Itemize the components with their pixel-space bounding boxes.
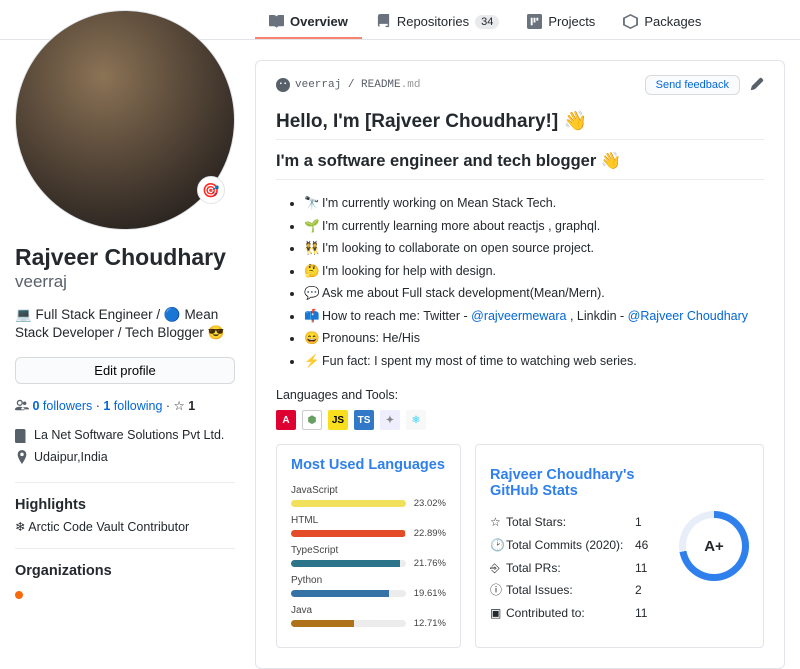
language-name: Python [291,575,446,586]
language-name: Java [291,605,446,616]
status-badge[interactable]: 🎯 [197,176,225,204]
organization-icon [15,429,29,443]
language-name: JavaScript [291,485,446,496]
people-icon [15,398,29,412]
list-item: 😄Pronouns: He/His [304,327,764,350]
profile-name: Rajveer Choudhary [15,244,235,272]
language-bar [291,560,406,567]
book-icon [269,14,284,29]
following-link[interactable]: 1 following [103,399,162,413]
stat-row: ☆Total Stars:1 [490,511,661,534]
location: Udaipur,India [34,447,108,468]
tab-projects[interactable]: Projects [513,6,609,39]
twitter-link[interactable]: @rajveermewara [471,309,566,323]
readme-bullets: 🔭I'm currently working on Mean Stack Tec… [276,192,764,372]
readme-panel: veerraj / README.md Send feedback Hello,… [255,60,785,669]
location-icon [15,450,29,464]
javascript-icon: JS [328,410,348,430]
language-percent: 21.76% [412,558,446,569]
repo-icon: ▣ [490,602,506,625]
tools-label: Languages and Tools: [276,388,764,402]
profile-bio: 💻 Full Stack Engineer / 🔵 Mean Stack Dev… [15,306,235,344]
profile-meta: La Net Software Solutions Pvt Ltd. Udaip… [15,425,235,468]
tool-icons: A ⬢ JS TS ✦ ⚛ [276,410,764,430]
highlights-heading: Highlights [15,497,235,513]
tab-label: Overview [290,14,348,29]
repo-count-badge: 34 [475,15,499,29]
tab-repositories[interactable]: Repositories 34 [362,6,514,39]
tab-packages[interactable]: Packages [609,6,715,39]
tab-label: Packages [644,14,701,29]
language-name: TypeScript [291,545,446,556]
send-feedback-button[interactable]: Send feedback [645,75,740,95]
highlight-item: ❄ Arctic Code Vault Contributor [15,519,235,534]
language-bar [291,590,406,597]
tab-overview[interactable]: Overview [255,6,362,39]
grade-ring: A+ [679,511,749,581]
typescript-icon: TS [354,410,374,430]
grade-value: A+ [686,518,742,574]
angular-icon: A [276,410,296,430]
star-icon: ☆ [174,399,189,413]
company: La Net Software Solutions Pvt Ltd. [34,425,224,446]
stat-row: ⓘTotal Issues:2 [490,579,661,602]
language-percent: 19.61% [412,588,446,599]
stat-row: 🕑Total Commits (2020):46 [490,534,661,557]
stat-row: ▣Contributed to:11 [490,602,661,625]
language-bar [291,620,406,627]
list-item: 🌱I'm currently learning more about react… [304,215,764,238]
issue-icon: ⓘ [490,579,506,602]
linkedin-link[interactable]: @Rajveer Choudhary [628,309,748,323]
readme-hello: Hello, I'm [Rajveer Choudhary!] 👋 [276,109,764,133]
card-title: Rajveer Choudhary's GitHub Stats [490,467,661,499]
readme-path: veerraj / README.md [276,78,420,92]
list-item: 📫How to reach me: Twitter - @rajveermewa… [304,305,764,328]
list-item: 🔭I'm currently working on Mean Stack Tec… [304,192,764,215]
language-percent: 22.89% [412,528,446,539]
package-icon [623,14,638,29]
language-name: HTML [291,515,446,526]
readme-subtitle: I'm a software engineer and tech blogger… [276,152,764,171]
edit-profile-button[interactable]: Edit profile [15,357,235,384]
node-icon: ⬢ [302,410,322,430]
language-percent: 12.71% [412,618,446,629]
org-avatar[interactable] [15,591,23,599]
profile-login: veerraj [15,272,235,292]
github-stats-card: Rajveer Choudhary's GitHub Stats ☆Total … [475,444,764,648]
organizations-heading: Organizations [15,563,235,579]
smiley-icon [276,78,290,92]
tab-label: Repositories [397,14,469,29]
star-icon: ☆ [490,511,506,534]
project-icon [527,14,542,29]
list-item: 👯I'm looking to collaborate on open sour… [304,237,764,260]
list-item: ⚡Fun fact: I spent my most of time to wa… [304,350,764,373]
avatar-container: 🎯 [15,10,235,230]
clock-icon: 🕑 [490,534,506,557]
language-percent: 23.02% [412,498,446,509]
profile-sidebar: 🎯 Rajveer Choudhary veerraj 💻 Full Stack… [15,40,255,669]
list-item: 💬Ask me about Full stack development(Mea… [304,282,764,305]
edit-readme-button[interactable] [750,77,764,94]
react-icon: ⚛ [406,410,426,430]
pr-icon: ⎆ [490,557,506,580]
language-bar [291,500,406,507]
pencil-icon [750,77,764,91]
tab-label: Projects [548,14,595,29]
star-count: 1 [188,399,195,413]
followers-link[interactable]: 0 followers [32,399,92,413]
list-item: 🤔I'm looking for help with design. [304,260,764,283]
card-title: Most Used Languages [291,457,446,473]
follow-stats: 0 followers · 1 following · ☆ 1 [15,398,235,413]
stat-row: ⎆Total PRs:11 [490,557,661,580]
language-bar [291,530,406,537]
tool-icon: ✦ [380,410,400,430]
repo-icon [376,14,391,29]
languages-card: Most Used Languages JavaScript 23.02% HT… [276,444,461,648]
